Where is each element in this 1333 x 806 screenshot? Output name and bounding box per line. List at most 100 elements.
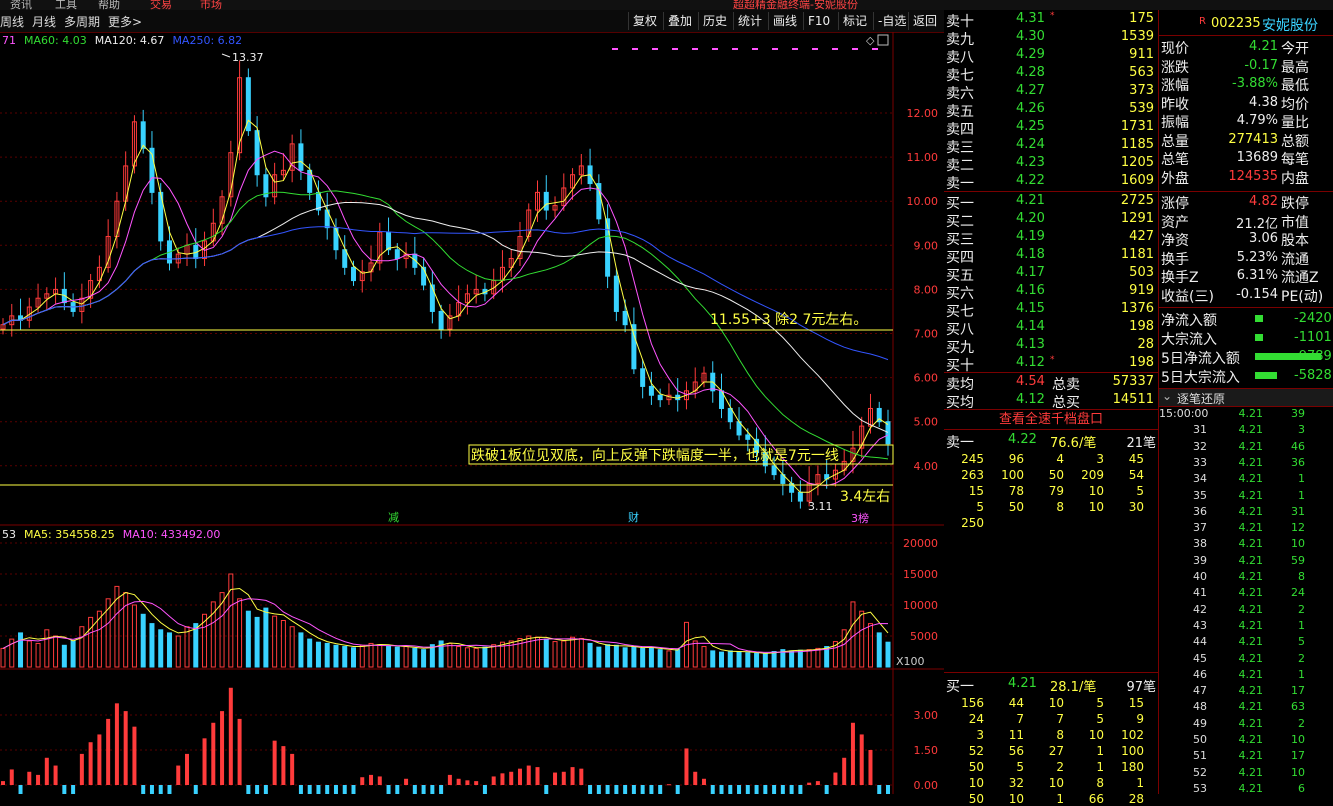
stock-code: 002235 <box>1211 16 1261 31</box>
money-flow-label: 大宗流入 <box>1161 332 1217 348</box>
volume-bar <box>797 649 803 668</box>
volume-bar <box>701 646 707 668</box>
indicator-bar <box>675 785 680 794</box>
tick-price: 4.21 <box>1238 667 1264 681</box>
depth-cell: 5 <box>1016 760 1024 774</box>
indicator-bar <box>290 753 295 785</box>
orderbook-row[interactable]: 买四 4.18 1181 <box>944 247 1158 266</box>
tick-time: 44 <box>1193 635 1207 649</box>
level-label: 卖二 <box>946 158 974 174</box>
menu-item-tools[interactable]: 工具 <box>55 0 77 10</box>
menu-item-help[interactable]: 帮助 <box>98 0 120 10</box>
orderbook-row[interactable]: 卖六 4.27 373 <box>944 83 1158 102</box>
tick-volume: 17 <box>1291 749 1305 763</box>
maximize-icon[interactable] <box>877 34 889 46</box>
orderbook-row[interactable]: 买六 4.16 919 <box>944 283 1158 302</box>
indicator-bar <box>474 781 479 785</box>
menu-item-trade[interactable]: 交易 <box>150 0 172 10</box>
orderbook-row[interactable]: 卖七 4.28 563 <box>944 65 1158 84</box>
order-book: 卖十 4.31 * 175 卖九 4.30 1539 卖八 4.29 911 卖七 4.28 563 卖六… <box>944 10 1158 411</box>
indicator-bar <box>88 742 93 785</box>
watchlist-button[interactable]: -自选 <box>873 12 910 30</box>
quote-value: 124535 <box>1228 168 1278 184</box>
ma-legend: 71 MA60: 4.03 MA120: 4.67 MA250: 6.82 <box>2 34 242 47</box>
stats-button[interactable]: 统计 <box>733 12 766 30</box>
orderbook-row[interactable]: 买五 4.17 503 <box>944 265 1158 284</box>
depth-cell: 10 <box>1008 792 1024 806</box>
orderbook-row[interactable]: 卖三 4.24 1185 <box>944 137 1158 156</box>
full-depth-link[interactable]: 查看全速千档盘口 <box>944 409 1158 430</box>
indicator-bar <box>859 734 864 785</box>
orderbook-row[interactable]: 卖五 4.26 539 <box>944 101 1158 120</box>
event-marker-finance[interactable]: 财 <box>628 510 639 524</box>
event-marker-reduce[interactable]: 减 <box>388 511 399 524</box>
history-button[interactable]: 历史 <box>698 12 731 30</box>
depth-cell: 45 <box>1128 452 1144 466</box>
volume-bar <box>447 642 453 668</box>
tick-price: 4.21 <box>1238 472 1264 486</box>
overlay-button[interactable]: 叠加 <box>663 12 696 30</box>
money-flow-value: -1101 <box>1294 330 1332 345</box>
orderbook-row[interactable]: 买一 4.21 2725 <box>944 193 1158 212</box>
orderbook-row[interactable]: 买七 4.15 1376 <box>944 301 1158 320</box>
kline-chart[interactable]: 12.00 11.00 10.00 9.00 8.00 7.00 6.00 5.00 4.00 2… <box>0 32 944 794</box>
orderbook-row[interactable]: 买八 4.14 198 <box>944 319 1158 338</box>
orderbook-row[interactable]: 买十 4.12 * 198 <box>944 355 1158 374</box>
tab-multi-period[interactable]: 多周期 <box>64 13 100 30</box>
orderbook-row[interactable]: 卖八 4.29 911 <box>944 47 1158 66</box>
orderbook-row[interactable]: 买二 4.20 1291 <box>944 211 1158 230</box>
quote-label-right: 股本 <box>1281 233 1309 249</box>
depth-cell: 10 <box>968 776 984 790</box>
level-volume: 28 <box>1137 337 1154 352</box>
indicator-bar <box>220 711 225 785</box>
candle-body <box>350 266 356 282</box>
indicator-bar <box>579 768 584 785</box>
tick-time: 36 <box>1193 504 1207 518</box>
level-volume: 539 <box>1129 101 1154 116</box>
restore-rights-button[interactable]: 复权 <box>628 12 661 30</box>
level-price: 4.13 <box>1016 337 1045 352</box>
volume-bar <box>53 635 59 668</box>
ma250-line <box>2 226 889 361</box>
orderbook-row[interactable]: 买三 4.19 427 <box>944 229 1158 248</box>
volume-bar <box>184 626 190 668</box>
mark-button[interactable]: 标记 <box>838 12 871 30</box>
orderbook-row[interactable]: 卖二 4.23 1205 <box>944 155 1158 174</box>
tick-volume: 63 <box>1291 700 1305 714</box>
tick-price: 4.21 <box>1238 553 1264 567</box>
level-label: 卖三 <box>946 140 974 156</box>
indicator-bar <box>631 785 636 794</box>
tab-weekly[interactable]: 周线 <box>0 13 24 30</box>
tick-time: 38 <box>1193 537 1207 551</box>
depth-cell: 5 <box>976 500 984 514</box>
tab-more[interactable]: 更多> <box>108 13 142 30</box>
tick-volume: 1 <box>1298 667 1305 681</box>
indicator-bar <box>44 757 49 785</box>
depth-cell: 3 <box>976 728 984 742</box>
menu-item-market[interactable]: 市场 <box>200 0 222 10</box>
price-tick-label: 8.00 <box>914 283 939 296</box>
draw-line-button[interactable]: 画线 <box>768 12 801 30</box>
indicator-bar <box>737 785 742 794</box>
orderbook-row[interactable]: 卖一 4.22 1609 <box>944 173 1158 192</box>
level-volume: 919 <box>1129 283 1154 298</box>
orderbook-row[interactable]: 卖四 4.25 1731 <box>944 119 1158 138</box>
menu-item-news[interactable]: 资讯 <box>10 0 32 10</box>
tick-price: 4.21 <box>1238 439 1264 453</box>
signal-dot <box>752 48 758 50</box>
candle-body <box>421 266 427 286</box>
event-marker-list[interactable]: 3榜 <box>851 511 869 525</box>
orderbook-row[interactable]: 卖九 4.30 1539 <box>944 29 1158 48</box>
level-label: 买二 <box>946 214 974 230</box>
back-button[interactable]: 返回 <box>908 12 941 30</box>
volume-bar <box>771 651 777 668</box>
diamond-icon[interactable]: ◇ <box>866 34 875 47</box>
tab-monthly[interactable]: 月线 <box>32 13 56 30</box>
tick-detail-header[interactable]: ⌄ 逐笔还原 <box>1159 388 1333 407</box>
f10-button[interactable]: F10 <box>803 12 834 30</box>
annotation-3-4: 3.4左右 <box>840 489 890 505</box>
orderbook-row[interactable]: 卖十 4.31 * 175 <box>944 11 1158 30</box>
candle-body <box>342 249 348 268</box>
orderbook-row[interactable]: 买九 4.13 28 <box>944 337 1158 356</box>
quote-label: 总量 <box>1161 133 1189 150</box>
